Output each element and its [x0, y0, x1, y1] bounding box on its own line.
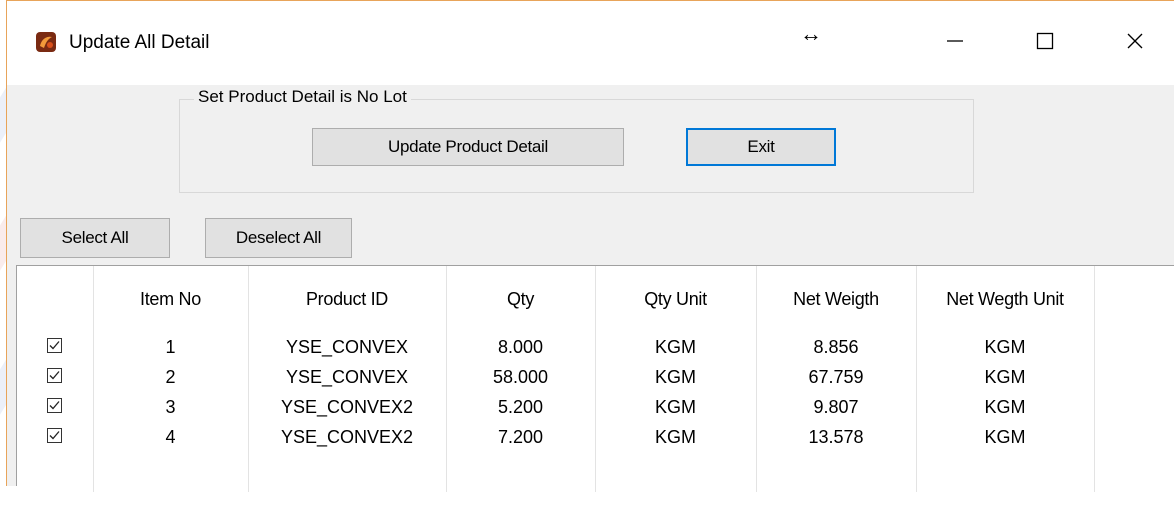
- groupbox-legend: Set Product Detail is No Lot: [194, 87, 411, 107]
- column-header-net-weight-unit[interactable]: Net Wegth Unit: [916, 266, 1095, 332]
- blank-cell: [17, 452, 94, 492]
- title-bar[interactable]: Update All Detail ↔: [7, 1, 1174, 85]
- check-icon: [49, 340, 60, 349]
- filler-cell: [1094, 422, 1173, 452]
- net-weight-cell[interactable]: 13.578: [756, 422, 917, 452]
- row-checkbox-cell[interactable]: [17, 332, 94, 362]
- blank-cell: [446, 452, 596, 492]
- row-checkbox-cell[interactable]: [17, 422, 94, 452]
- minimize-icon: [947, 40, 963, 42]
- column-header-qty[interactable]: Qty: [446, 266, 596, 332]
- row-checkbox[interactable]: [47, 397, 63, 413]
- net-weight-cell[interactable]: 8.856: [756, 332, 917, 362]
- product-table: Item No Product ID Qty Qty Unit Net Weig…: [17, 266, 1173, 492]
- item-no-cell[interactable]: 2: [93, 362, 249, 392]
- qty-unit-cell[interactable]: KGM: [595, 332, 757, 362]
- table-row[interactable]: 3 YSE_CONVEX2 5.200 KGM 9.807 KGM: [17, 392, 1173, 422]
- filler-cell: [1094, 362, 1173, 392]
- column-header-item-no[interactable]: Item No: [93, 266, 249, 332]
- item-no-cell[interactable]: 1: [93, 332, 249, 362]
- net-weight-unit-cell[interactable]: KGM: [916, 422, 1095, 452]
- close-icon: [1127, 33, 1143, 49]
- maximize-button[interactable]: [1015, 19, 1075, 63]
- filler-cell: [1094, 392, 1173, 422]
- blank-cell: [93, 452, 249, 492]
- column-header-check[interactable]: [17, 266, 94, 332]
- check-icon: [49, 400, 60, 409]
- row-checkbox[interactable]: [47, 337, 63, 353]
- column-header-net-weight[interactable]: Net Weigth: [756, 266, 917, 332]
- column-header-filler: [1094, 266, 1173, 332]
- product-detail-grid[interactable]: Item No Product ID Qty Qty Unit Net Weig…: [16, 265, 1174, 492]
- qty-cell[interactable]: 8.000: [446, 332, 596, 362]
- blank-cell: [1094, 452, 1173, 492]
- table-header-row: Item No Product ID Qty Qty Unit Net Weig…: [17, 266, 1173, 332]
- filler-cell: [1094, 332, 1173, 362]
- net-weight-unit-cell[interactable]: KGM: [916, 362, 1095, 392]
- window-title: Update All Detail: [69, 32, 210, 53]
- close-button[interactable]: [1105, 19, 1165, 63]
- select-all-button[interactable]: Select All: [20, 218, 170, 258]
- column-header-qty-unit[interactable]: Qty Unit: [595, 266, 757, 332]
- qty-cell[interactable]: 58.000: [446, 362, 596, 392]
- product-id-cell[interactable]: YSE_CONVEX2: [248, 392, 447, 422]
- blank-cell: [248, 452, 447, 492]
- qty-unit-cell[interactable]: KGM: [595, 392, 757, 422]
- qty-cell[interactable]: 7.200: [446, 422, 596, 452]
- new-row-placeholder[interactable]: [17, 452, 1173, 492]
- item-no-cell[interactable]: 4: [93, 422, 249, 452]
- update-product-detail-button[interactable]: Update Product Detail: [312, 128, 624, 166]
- net-weight-unit-cell[interactable]: KGM: [916, 392, 1095, 422]
- item-no-cell[interactable]: 3: [93, 392, 249, 422]
- net-weight-cell[interactable]: 9.807: [756, 392, 917, 422]
- deselect-all-button[interactable]: Deselect All: [205, 218, 352, 258]
- net-weight-unit-cell[interactable]: KGM: [916, 332, 1095, 362]
- table-row[interactable]: 1 YSE_CONVEX 8.000 KGM 8.856 KGM: [17, 332, 1173, 362]
- row-checkbox-cell[interactable]: [17, 392, 94, 422]
- check-icon: [49, 430, 60, 439]
- blank-cell: [595, 452, 757, 492]
- blank-cell: [756, 452, 917, 492]
- net-weight-cell[interactable]: 67.759: [756, 362, 917, 392]
- app-icon: [35, 31, 57, 53]
- qty-unit-cell[interactable]: KGM: [595, 422, 757, 452]
- table-row[interactable]: 2 YSE_CONVEX 58.000 KGM 67.759 KGM: [17, 362, 1173, 392]
- product-id-cell[interactable]: YSE_CONVEX2: [248, 422, 447, 452]
- maximize-icon: [1036, 32, 1054, 50]
- product-id-cell[interactable]: YSE_CONVEX: [248, 362, 447, 392]
- qty-unit-cell[interactable]: KGM: [595, 362, 757, 392]
- resize-cursor-icon: ↔: [800, 21, 822, 46]
- minimize-button[interactable]: [925, 19, 985, 63]
- product-id-cell[interactable]: YSE_CONVEX: [248, 332, 447, 362]
- table-row[interactable]: 4 YSE_CONVEX2 7.200 KGM 13.578 KGM: [17, 422, 1173, 452]
- row-checkbox-cell[interactable]: [17, 362, 94, 392]
- exit-button[interactable]: Exit: [686, 128, 836, 166]
- row-checkbox[interactable]: [47, 367, 63, 383]
- qty-cell[interactable]: 5.200: [446, 392, 596, 422]
- row-checkbox[interactable]: [47, 427, 63, 443]
- blank-cell: [916, 452, 1095, 492]
- check-icon: [49, 370, 60, 379]
- column-header-product-id[interactable]: Product ID: [248, 266, 447, 332]
